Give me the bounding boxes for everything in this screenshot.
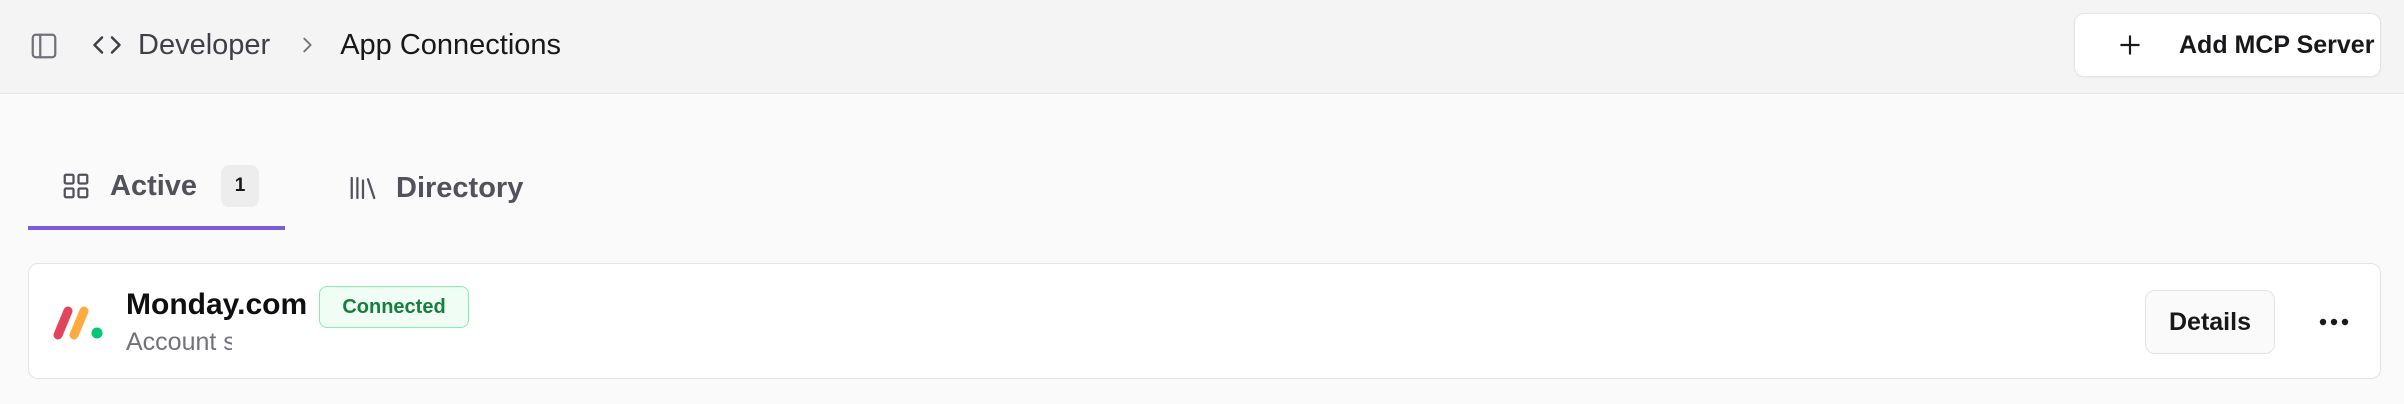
- active-count-badge: 1: [221, 165, 260, 207]
- sidebar-toggle-icon[interactable]: [28, 30, 60, 62]
- add-mcp-server-label: Add MCP Server: [2179, 30, 2375, 59]
- page-title: App Connections: [340, 28, 562, 61]
- details-button[interactable]: Details: [2145, 290, 2275, 354]
- code-icon: [90, 28, 124, 62]
- library-icon: [348, 172, 378, 204]
- grid-icon: [60, 170, 92, 202]
- more-options-icon[interactable]: [2313, 302, 2355, 342]
- breadcrumb: Developer App Connections: [90, 22, 561, 68]
- tab-active[interactable]: Active 1: [28, 146, 285, 230]
- connection-subtitle: Account s: [126, 328, 232, 356]
- add-mcp-server-button[interactable]: Add MCP Server: [2074, 13, 2381, 77]
- status-badge: Connected: [319, 286, 469, 328]
- breadcrumb-developer[interactable]: Developer: [138, 29, 270, 62]
- plus-icon: [2115, 30, 2145, 60]
- tab-active-label: Active: [110, 169, 198, 202]
- monday-logo-icon: [51, 298, 107, 344]
- connection-name: Monday.com: [126, 288, 308, 321]
- top-bar: Developer App Connections Add MCP Server: [0, 0, 2404, 94]
- tab-directory[interactable]: Directory: [318, 146, 523, 230]
- tab-directory-label: Directory: [396, 171, 524, 204]
- chevron-right-icon: [292, 30, 322, 60]
- connection-card: Monday.com Connected Account s Details: [28, 263, 2381, 379]
